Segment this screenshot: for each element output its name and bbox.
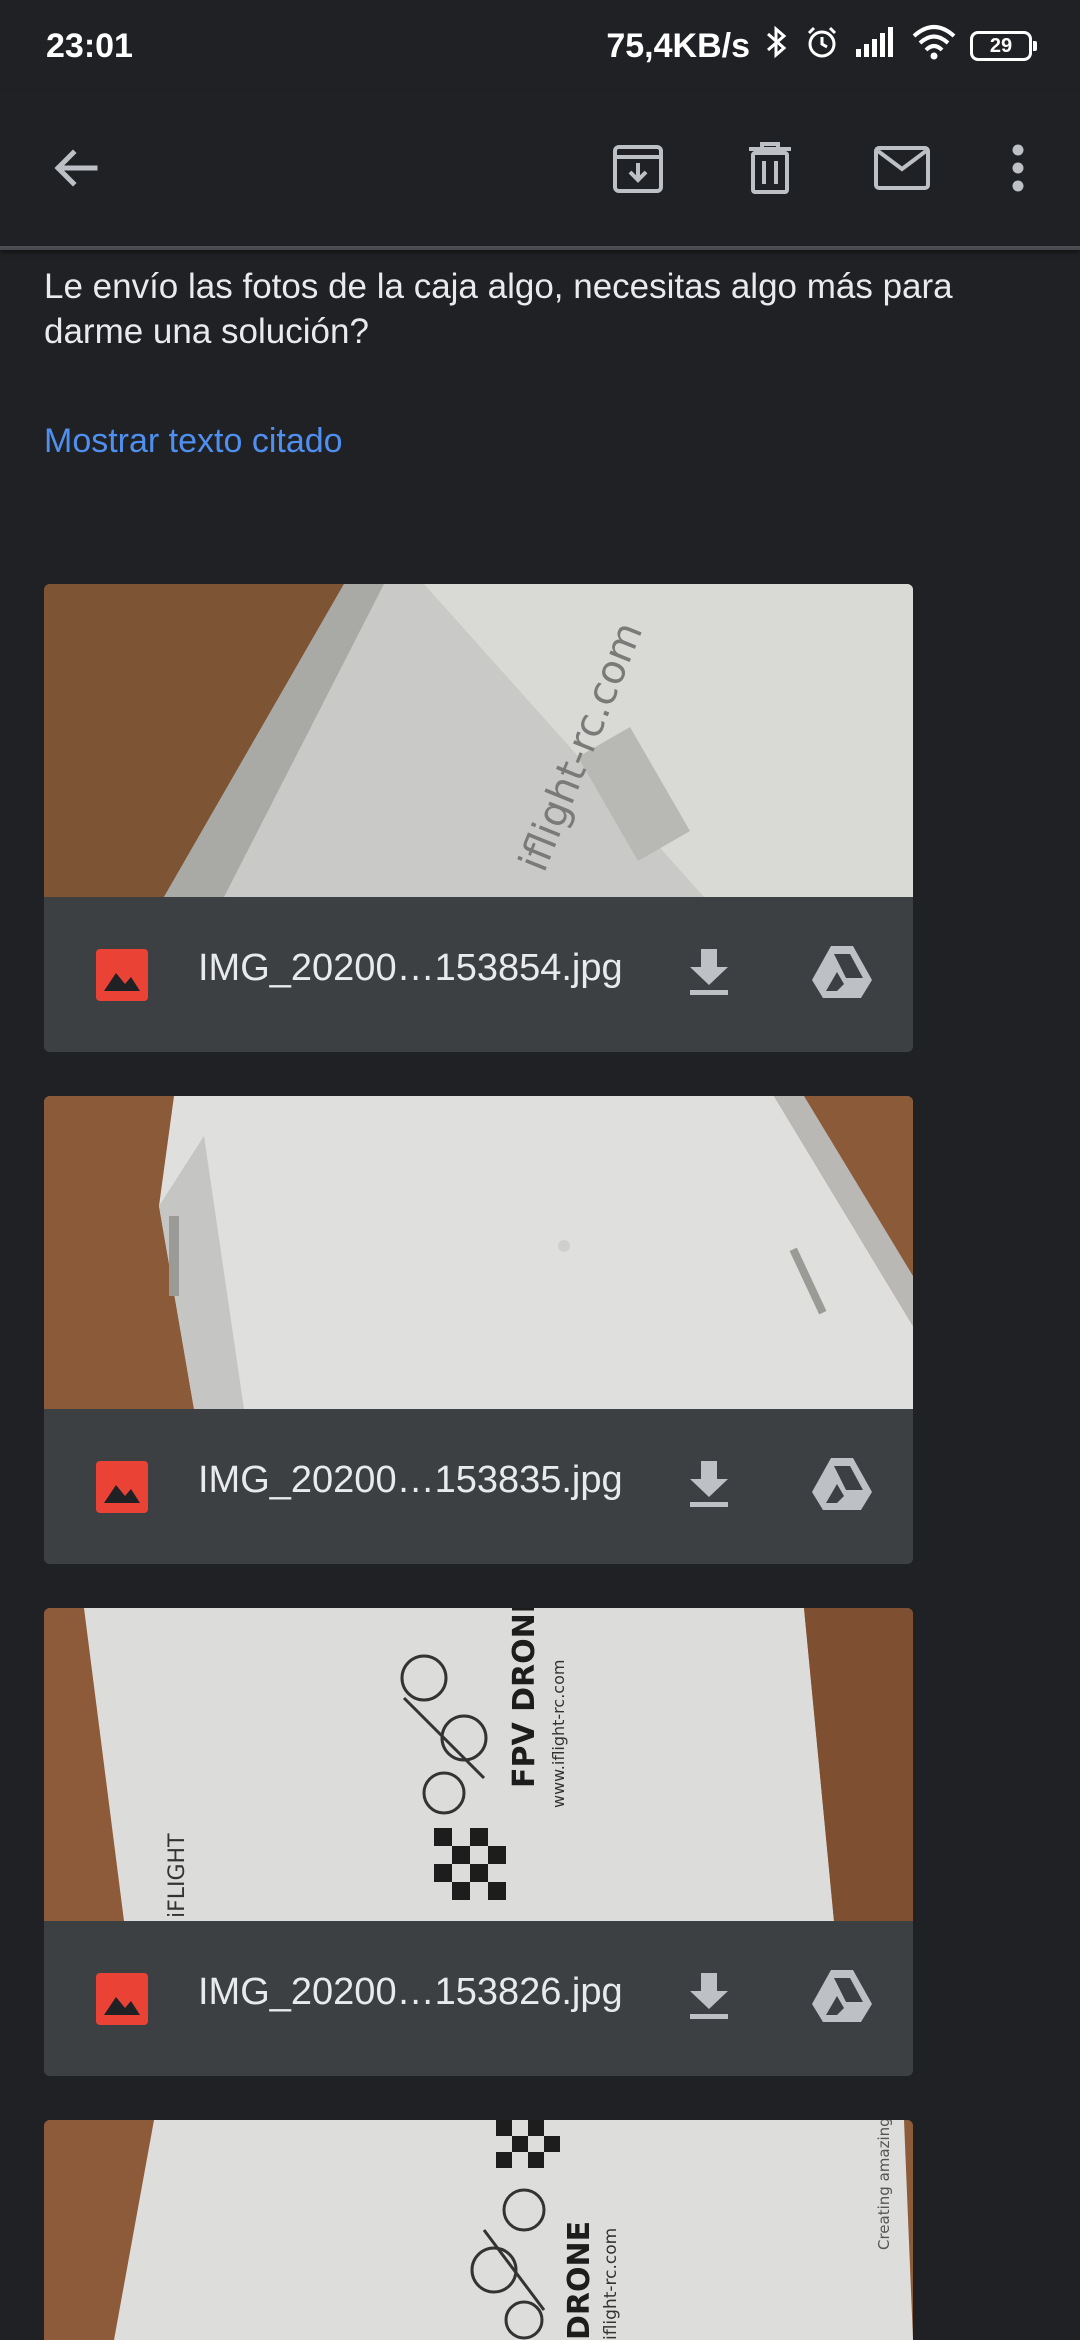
show-quoted-text-link[interactable]: Mostrar texto citado xyxy=(44,422,343,461)
attachment-preview[interactable]: iflight-rc.com xyxy=(44,584,913,897)
drive-icon xyxy=(810,1968,874,2029)
box-fpv-text: FPV DRONE xyxy=(507,1608,542,1788)
box-drone-text: DRONE xyxy=(562,2221,597,2340)
drive-icon xyxy=(810,944,874,1005)
attachment-filename: IMG_20200…153854.jpg xyxy=(198,947,623,989)
download-icon xyxy=(688,1971,730,2026)
status-icons: 75,4KB/s 29 xyxy=(606,24,1037,69)
attachment-filename: IMG_20200…153835.jpg xyxy=(198,1459,623,1501)
attachment-preview[interactable]: DRONE iflight-rc.com Creating amazing xyxy=(44,2120,913,2340)
save-to-drive-button[interactable] xyxy=(800,1449,884,1523)
box-slogan-text: Creating amazing xyxy=(875,2120,893,2250)
attachment-card[interactable]: IMG_20200…153835.jpg xyxy=(44,1096,913,1564)
back-button[interactable] xyxy=(36,130,116,210)
delete-button[interactable] xyxy=(730,130,810,210)
image-file-icon xyxy=(96,949,148,1001)
toolbar-divider xyxy=(0,246,1080,250)
wifi-icon xyxy=(912,24,956,69)
more-options-button[interactable] xyxy=(978,130,1058,210)
alarm-icon xyxy=(804,24,840,69)
message-body: Le envío las fotos de la caja algo, nece… xyxy=(44,267,953,351)
box-url-text: www.iflight-rc.com xyxy=(549,1660,568,1808)
attachment-filename: IMG_20200…153826.jpg xyxy=(198,1971,623,2013)
delete-icon xyxy=(747,141,793,200)
download-icon xyxy=(688,947,730,1002)
attachment-card[interactable]: iflight-rc.com IMG_20200…153854.jpg xyxy=(44,584,913,1052)
app-toolbar xyxy=(0,92,1080,248)
image-file-icon xyxy=(96,1973,148,2025)
more-vert-icon xyxy=(1011,143,1025,198)
bluetooth-icon xyxy=(764,24,790,69)
battery-icon: 29 xyxy=(970,31,1037,61)
attachment-preview[interactable] xyxy=(44,1096,913,1409)
status-bar: 23:01 75,4KB/s 29 xyxy=(0,0,1080,92)
attachment-bar: IMG_20200…153835.jpg xyxy=(44,1409,913,1564)
mark-unread-icon xyxy=(873,145,931,196)
back-arrow-icon xyxy=(51,143,101,198)
status-time: 23:01 xyxy=(46,26,133,65)
archive-icon xyxy=(611,141,665,200)
attachment-preview[interactable]: FPV DRONE www.iflight-rc.com iFLIGHT xyxy=(44,1608,913,1921)
box-url-text: iflight-rc.com xyxy=(601,2228,621,2340)
archive-button[interactable] xyxy=(598,130,678,210)
attachment-bar: IMG_20200…153826.jpg xyxy=(44,1921,913,2076)
network-speed: 75,4KB/s xyxy=(606,26,750,65)
signal-icon xyxy=(854,25,898,68)
download-button[interactable] xyxy=(672,937,746,1011)
save-to-drive-button[interactable] xyxy=(800,937,884,1011)
download-icon xyxy=(688,1459,730,1514)
save-to-drive-button[interactable] xyxy=(800,1961,884,2035)
attachment-bar: IMG_20200…153854.jpg xyxy=(44,897,913,1052)
drive-icon xyxy=(810,1456,874,1517)
image-file-icon xyxy=(96,1461,148,1513)
download-button[interactable] xyxy=(672,1961,746,2035)
battery-level: 29 xyxy=(989,34,1013,57)
mark-unread-button[interactable] xyxy=(862,130,942,210)
attachment-card[interactable]: FPV DRONE www.iflight-rc.com iFLIGHT IMG… xyxy=(44,1608,913,2076)
box-logo-text: iFLIGHT xyxy=(165,1833,190,1918)
attachment-card[interactable]: DRONE iflight-rc.com Creating amazing xyxy=(44,2120,913,2340)
download-button[interactable] xyxy=(672,1449,746,1523)
